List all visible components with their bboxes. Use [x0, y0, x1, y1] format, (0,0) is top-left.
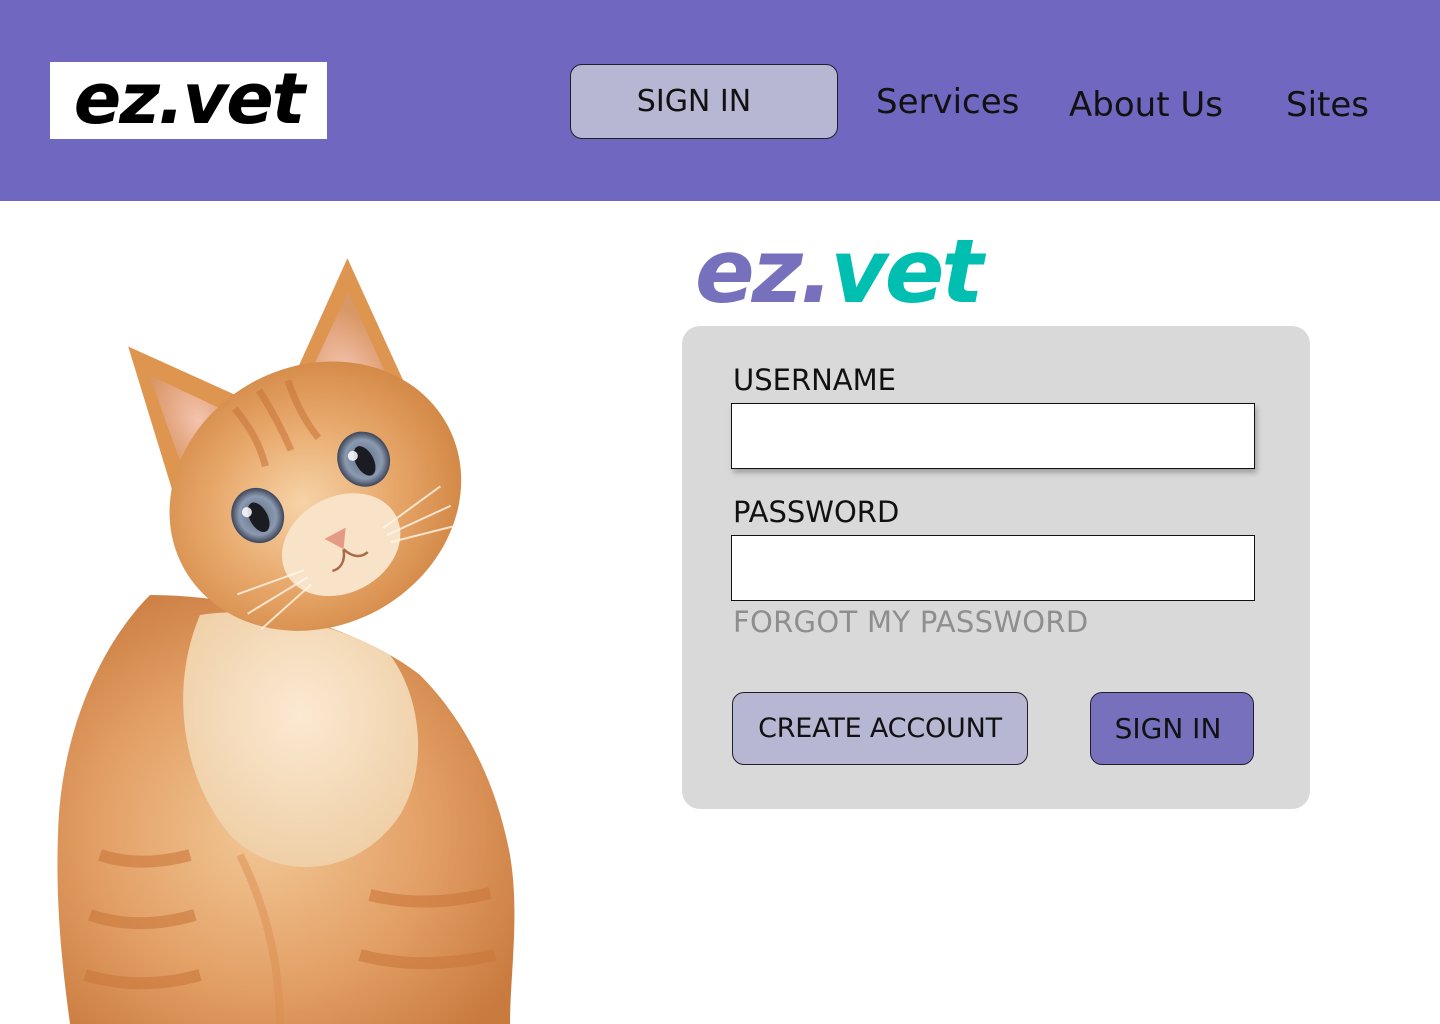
forgot-password-link[interactable]: FORGOT MY PASSWORD: [733, 608, 1089, 637]
username-label: USERNAME: [733, 363, 896, 397]
nav-link-services[interactable]: Services: [876, 85, 1019, 119]
kitten-photo: [57, 258, 515, 1024]
header-logo-text: ez.vet: [73, 62, 305, 139]
nav-link-sites[interactable]: Sites: [1286, 88, 1369, 122]
nav-sign-in-button[interactable]: SIGN IN: [570, 64, 838, 139]
brand-logo: ez.vet: [695, 228, 983, 318]
create-account-button[interactable]: CREATE ACCOUNT: [732, 692, 1028, 765]
password-label: PASSWORD: [733, 495, 900, 529]
brand-logo-vet: vet: [830, 220, 983, 323]
header-logo[interactable]: ez.vet: [50, 62, 327, 139]
username-input[interactable]: [731, 403, 1255, 469]
password-input[interactable]: [731, 535, 1255, 601]
sign-in-button[interactable]: SIGN IN: [1090, 692, 1254, 765]
nav-link-about-us[interactable]: About Us: [1069, 88, 1223, 122]
top-nav-bar: ez.vet SIGN IN Services About Us Sites: [0, 0, 1440, 201]
brand-logo-ez: ez.: [695, 220, 833, 323]
